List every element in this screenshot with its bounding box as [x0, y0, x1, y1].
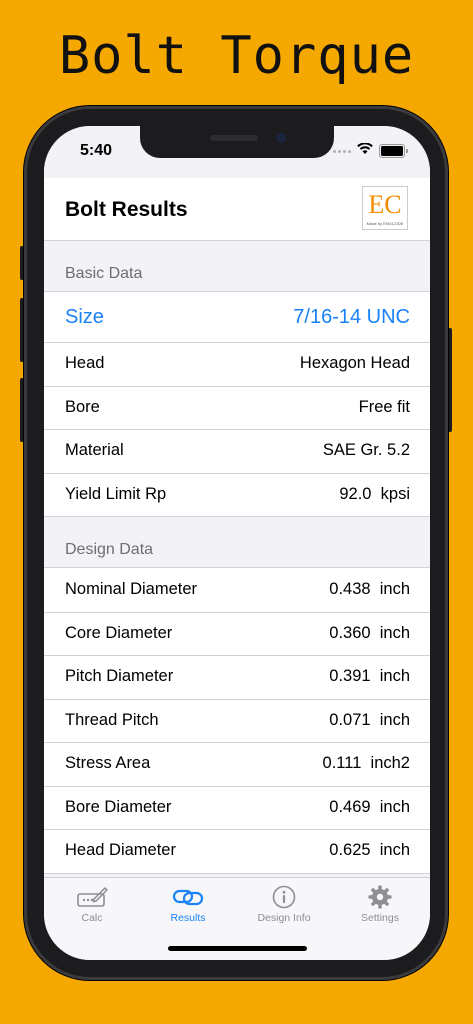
status-icons: [333, 142, 408, 160]
stress-area-row: Stress Area 0.111 inch2: [44, 742, 430, 786]
signal-icon: [333, 149, 351, 153]
section-header-design-data: Design Data: [65, 541, 154, 558]
thread-pitch-row: Thread Pitch 0.071 inch: [44, 698, 430, 743]
row-value: Hexagon Head: [299, 354, 410, 373]
row-value: SAE Gr. 5.2: [322, 441, 410, 460]
size-row[interactable]: Size 7/16-14 UNC: [44, 292, 430, 342]
row-value: 92.0 kpsi: [339, 484, 410, 503]
page-title: Bolt Results: [65, 198, 188, 221]
logo-text: EC: [368, 190, 402, 219]
phone-power-button: [448, 328, 452, 432]
tab-settings[interactable]: Settings: [332, 884, 428, 924]
head-diameter-row: Head Diameter 0.625 inch: [44, 829, 430, 873]
info-icon: [236, 884, 332, 910]
gear-icon: [332, 884, 428, 910]
row-label: Core Diameter: [65, 623, 173, 642]
promo-title: Bolt Torque: [58, 26, 415, 86]
row-value: 0.438 inch: [329, 580, 410, 599]
size-label: Size: [65, 305, 104, 328]
material-row: Material SAE Gr. 5.2: [44, 429, 430, 473]
row-value: 0.360 inch: [329, 623, 410, 642]
basic-data-group: Size 7/16-14 UNC Head Hexagon Head Bore …: [44, 291, 430, 517]
tab-bar: Calc Results Design Info Settings: [44, 877, 430, 960]
status-bar: 5:40: [44, 126, 430, 178]
head-row: Head Hexagon Head: [44, 342, 430, 386]
logo-subtext: Made by ENGCODE: [366, 221, 404, 226]
notch-speaker: [210, 135, 258, 141]
row-value: 0.625 inch: [329, 841, 410, 860]
battery-icon: [379, 144, 408, 158]
row-label: Material: [65, 441, 124, 460]
row-value: 0.111 inch2: [322, 754, 410, 773]
tab-label: Design Info: [257, 912, 311, 924]
row-label: Nominal Diameter: [65, 580, 198, 599]
bore-row: Bore Free fit: [44, 385, 430, 430]
size-value: 7/16-14 UNC: [293, 305, 410, 328]
wifi-icon: [357, 142, 373, 160]
results-list[interactable]: Basic Data Size 7/16-14 UNC Head Hexagon…: [44, 241, 430, 877]
row-label: Yield Limit Rp: [65, 484, 167, 503]
tab-label: Settings: [361, 912, 399, 924]
row-label: Bore Diameter: [65, 797, 172, 816]
front-camera: [276, 133, 286, 143]
row-value: 0.071 inch: [329, 710, 410, 729]
tab-results[interactable]: Results: [140, 884, 236, 924]
app-logo: EC Made by ENGCODE: [362, 186, 408, 230]
row-label: Head Diameter: [65, 841, 176, 860]
row-value: Free fit: [358, 397, 410, 416]
navigation-bar: Bolt Results EC Made by ENGCODE: [44, 178, 430, 241]
bore-diameter-row: Bore Diameter 0.469 inch: [44, 785, 430, 830]
row-label: Bore: [65, 397, 100, 416]
row-value: 0.469 inch: [329, 797, 410, 816]
yield-limit-row: Yield Limit Rp 92.0 kpsi: [44, 472, 430, 517]
app-screen: 5:40 Bolt Results EC Made by ENGCODE Bas…: [44, 126, 430, 960]
row-label: Stress Area: [65, 754, 151, 773]
row-label: Head: [65, 354, 105, 373]
design-data-group: Nominal Diameter 0.438 inch Core Diamete…: [44, 567, 430, 874]
core-diameter-row: Core Diameter 0.360 inch: [44, 611, 430, 656]
row-label: Pitch Diameter: [65, 667, 174, 686]
tab-design-info[interactable]: Design Info: [236, 884, 332, 924]
tab-label: Results: [170, 912, 206, 924]
notch: [140, 126, 334, 158]
link-icon: [140, 884, 236, 910]
pitch-diameter-row: Pitch Diameter 0.391 inch: [44, 655, 430, 699]
calculator-pen-icon: [44, 884, 140, 910]
row-label: Thread Pitch: [65, 710, 159, 729]
row-value: 0.391 inch: [329, 667, 410, 686]
status-time: 5:40: [80, 142, 113, 159]
tab-calc[interactable]: Calc: [44, 884, 140, 924]
tab-label: Calc: [81, 912, 103, 924]
home-indicator[interactable]: [168, 946, 307, 951]
section-header-basic-data: Basic Data: [65, 265, 143, 282]
nominal-diameter-row: Nominal Diameter 0.438 inch: [44, 568, 430, 612]
